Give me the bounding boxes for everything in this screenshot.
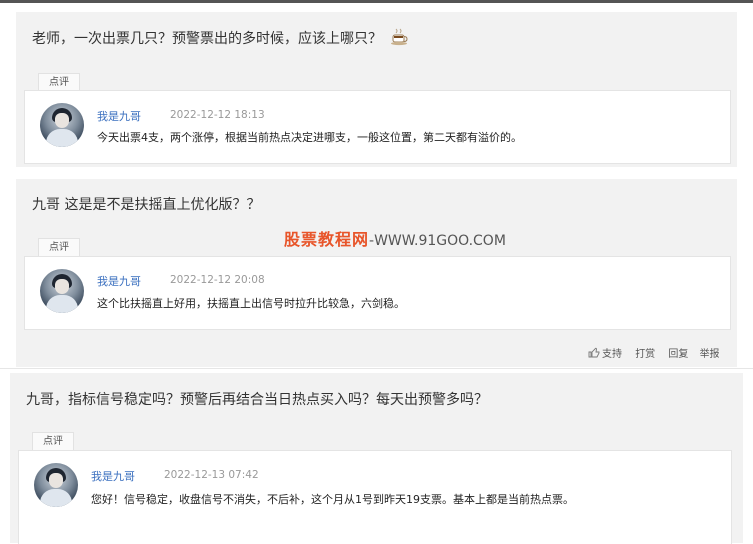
- coffee-cup-icon: [391, 28, 408, 46]
- question-text: 九哥，指标信号稳定吗？预警后再结合当日热点买入吗？每天出预警多吗？: [26, 392, 488, 408]
- support-button[interactable]: 支持: [602, 349, 622, 360]
- review-card: 我是九哥 2022-12-12 18:13 今天出票4支，两个涨停，根据当前热点…: [24, 90, 731, 164]
- reply-text: 这个比扶摇直上好用，扶摇直上出信号时拉升比较急，六剑稳。: [97, 297, 405, 310]
- avatar[interactable]: [40, 269, 84, 313]
- avatar[interactable]: [34, 463, 78, 507]
- timestamp: 2022-12-13 07:42: [164, 469, 259, 481]
- question-text: 九哥 这是是不是扶摇直上优化版？？: [32, 197, 261, 213]
- author-name[interactable]: 我是九哥: [97, 273, 141, 289]
- review-card: 我是九哥 2022-12-13 07:42 您好！信号稳定，收盘信号不消失，不后…: [18, 450, 732, 544]
- question-text: 老师，一次出票几只？预警票出的多时候，应该上哪只？: [32, 28, 410, 48]
- reply-text: 今天出票4支，两个涨停，根据当前热点决定进哪支，一般这位置，第二天都有溢价的。: [97, 131, 522, 144]
- reply-text: 您好！信号稳定，收盘信号不消失，不后补，这个月从1号到昨天19支票。基本上都是当…: [91, 493, 574, 506]
- review-tab[interactable]: 点评: [32, 432, 74, 450]
- post-actions: 支持 打赏 回复 举报: [588, 345, 720, 360]
- timestamp: 2022-12-12 20:08: [170, 274, 265, 286]
- timestamp: 2022-12-12 18:13: [170, 109, 265, 121]
- author-name[interactable]: 我是九哥: [91, 468, 135, 484]
- divider: [0, 368, 753, 369]
- watermark: 股票教程网-WWW.91GOO.COM: [284, 226, 506, 250]
- review-card: 我是九哥 2022-12-12 20:08 这个比扶摇直上好用，扶摇直上出信号时…: [24, 256, 731, 330]
- report-button[interactable]: 举报: [700, 349, 720, 360]
- review-tab[interactable]: 点评: [38, 73, 80, 91]
- avatar[interactable]: [40, 103, 84, 147]
- thumbs-up-icon[interactable]: [588, 347, 600, 358]
- tip-button[interactable]: 打赏: [635, 349, 655, 360]
- author-name[interactable]: 我是九哥: [97, 108, 141, 124]
- watermark-url: -WWW.91GOO.COM: [369, 233, 506, 249]
- top-border: [0, 0, 753, 3]
- review-tab[interactable]: 点评: [38, 238, 80, 256]
- watermark-brand: 股票教程网: [284, 230, 370, 249]
- reply-button[interactable]: 回复: [668, 349, 688, 360]
